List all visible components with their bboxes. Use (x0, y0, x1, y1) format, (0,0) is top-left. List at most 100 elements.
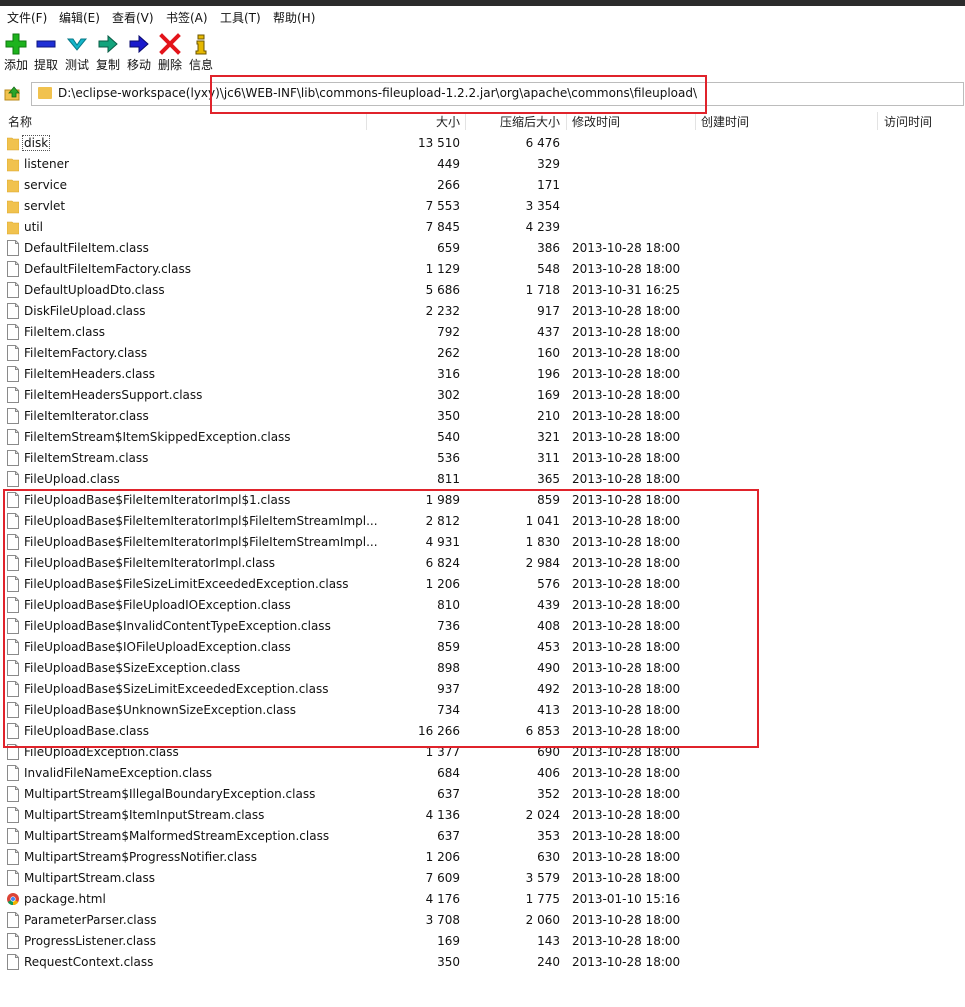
file-modified: 2013-10-28 18:00 (572, 577, 681, 591)
file-icon (7, 870, 19, 886)
folder-row[interactable]: service 266 171 (0, 175, 965, 196)
file-packed-size: 490 (537, 661, 560, 675)
file-size: 1 377 (425, 745, 460, 759)
file-row[interactable]: FileUploadBase$FileUploadIOException.cla… (0, 595, 965, 616)
file-modified: 2013-10-28 18:00 (572, 241, 681, 255)
column-divider[interactable] (695, 112, 696, 130)
file-size: 302 (437, 388, 460, 402)
file-row[interactable]: InvalidFileNameException.class 684 406 2013… (0, 763, 965, 784)
file-row[interactable]: FileUploadBase$IOFileUploadException.cla… (0, 637, 965, 658)
file-row[interactable]: DefaultFileItemFactory.class 1 129 548 2013… (0, 259, 965, 280)
file-size: 6 824 (425, 556, 460, 570)
file-modified: 2013-10-28 18:00 (572, 304, 681, 318)
file-size: 810 (437, 598, 460, 612)
file-row[interactable]: MultipartStream$ProgressNotifier.class 1 … (0, 847, 965, 868)
column-packed[interactable]: 压缩后大小 (500, 113, 560, 130)
extract-button[interactable]: 提取 (31, 30, 61, 76)
file-name: RequestContext.class (24, 955, 154, 969)
path-input[interactable]: D:\eclipse-workspace(lyxy)\jc6\WEB-INF\l… (31, 82, 964, 106)
file-row[interactable]: RequestContext.class 350 240 2013-10-28 18:… (0, 952, 965, 973)
file-row[interactable]: FileItemHeaders.class 316 196 2013-10-28 18… (0, 364, 965, 385)
file-row[interactable]: MultipartStream$MalformedStreamException… (0, 826, 965, 847)
toolbar: 添加 提取 测试 复制 移动 删除 信息 (0, 28, 965, 78)
folder-icon (7, 158, 19, 172)
test-button[interactable]: 测试 (62, 30, 92, 76)
folder-row[interactable]: util 7 845 4 239 (0, 217, 965, 238)
info-label: 信息 (188, 58, 213, 72)
file-row[interactable]: FileUploadBase$SizeLimitExceededExceptio… (0, 679, 965, 700)
extract-icon (36, 40, 56, 48)
file-name: DefaultFileItem.class (24, 241, 149, 255)
file-row[interactable]: DefaultUploadDto.class 5 686 1 718 2013-10-… (0, 280, 965, 301)
file-row[interactable]: FileItemHeadersSupport.class 302 169 2013-1… (0, 385, 965, 406)
file-row[interactable]: FileItemFactory.class 262 160 2013-10-28 18… (0, 343, 965, 364)
file-size: 684 (437, 766, 460, 780)
file-icon (7, 954, 19, 970)
column-accessed[interactable]: 访问时间 (884, 113, 932, 130)
folder-row[interactable]: servlet 7 553 3 354 (0, 196, 965, 217)
add-button[interactable]: 添加 (1, 30, 31, 76)
file-name: MultipartStream.class (24, 871, 155, 885)
file-row[interactable]: MultipartStream$IllegalBoundaryException… (0, 784, 965, 805)
file-modified: 2013-10-28 18:00 (572, 871, 681, 885)
file-modified: 2013-10-28 18:00 (572, 451, 681, 465)
file-icon (7, 408, 19, 424)
file-row[interactable]: MultipartStream$ItemInputStream.class 4 1… (0, 805, 965, 826)
file-row[interactable]: package.html 4 176 1 775 2013-01-10 15:16 (0, 889, 965, 910)
menu-tools[interactable]: 工具(T) (220, 9, 261, 26)
file-row[interactable]: FileUploadBase$FileItemIteratorImpl$File… (0, 511, 965, 532)
file-row[interactable]: DefaultFileItem.class 659 386 2013-10-28 18… (0, 238, 965, 259)
delete-button[interactable]: 删除 (155, 30, 185, 76)
file-row[interactable]: FileItemIterator.class 350 210 2013-10-28 1… (0, 406, 965, 427)
column-size[interactable]: 大小 (436, 113, 460, 130)
folder-row[interactable]: listener 449 329 (0, 154, 965, 175)
copy-button[interactable]: 复制 (93, 30, 123, 76)
file-row[interactable]: FileUploadBase$FileSizeLimitExceededExce… (0, 574, 965, 595)
address-bar: D:\eclipse-workspace(lyxy)\jc6\WEB-INF\l… (0, 80, 965, 108)
column-modified[interactable]: 修改时间 (572, 113, 620, 130)
file-row[interactable]: FileUploadBase$InvalidContentTypeExcepti… (0, 616, 965, 637)
file-row[interactable]: ParameterParser.class 3 708 2 060 2013-10-2… (0, 910, 965, 931)
menu-file[interactable]: 文件(F) (7, 9, 47, 26)
folder-row[interactable]: disk 13 510 6 476 (0, 133, 965, 154)
up-folder-icon[interactable] (4, 84, 22, 102)
file-row[interactable]: FileUploadBase$FileItemIteratorImpl$1.cl… (0, 490, 965, 511)
column-divider[interactable] (877, 112, 878, 130)
menu-edit[interactable]: 编辑(E) (59, 9, 100, 26)
file-row[interactable]: MultipartStream.class 7 609 3 579 2013-10-2… (0, 868, 965, 889)
file-name: FileUploadBase$SizeLimitExceededExceptio… (24, 682, 329, 696)
file-packed-size: 408 (537, 619, 560, 633)
file-row[interactable]: FileUpload.class 811 365 2013-10-28 18:00 (0, 469, 965, 490)
file-icon (7, 366, 19, 382)
file-size: 16 266 (418, 724, 460, 738)
file-row[interactable]: FileUploadBase$UnknownSizeException.clas… (0, 700, 965, 721)
file-row[interactable]: FileItemStream.class 536 311 2013-10-28 18:… (0, 448, 965, 469)
file-packed-size: 386 (537, 241, 560, 255)
file-icon (7, 429, 19, 445)
column-created[interactable]: 创建时间 (701, 113, 749, 130)
file-row[interactable]: FileUploadBase$FileItemIteratorImpl.clas… (0, 553, 965, 574)
file-modified: 2013-10-28 18:00 (572, 535, 681, 549)
column-divider[interactable] (465, 112, 466, 130)
file-packed-size: 690 (537, 745, 560, 759)
file-packed-size: 406 (537, 766, 560, 780)
column-name[interactable]: 名称 (8, 113, 32, 130)
file-row[interactable]: FileItem.class 792 437 2013-10-28 18:00 (0, 322, 965, 343)
column-divider[interactable] (566, 112, 567, 130)
file-packed-size: 1 041 (525, 514, 560, 528)
info-button[interactable]: 信息 (186, 30, 216, 76)
file-row[interactable]: FileUploadBase.class 16 266 6 853 2013-10-2… (0, 721, 965, 742)
file-modified: 2013-10-28 18:00 (572, 598, 681, 612)
file-row[interactable]: FileItemStream$ItemSkippedException.clas… (0, 427, 965, 448)
test-label: 测试 (64, 58, 89, 72)
menu-help[interactable]: 帮助(H) (273, 9, 315, 26)
file-row[interactable]: FileUploadException.class 1 377 690 2013-10… (0, 742, 965, 763)
column-divider[interactable] (366, 112, 367, 130)
move-button[interactable]: 移动 (124, 30, 154, 76)
menu-bookmarks[interactable]: 书签(A) (166, 9, 208, 26)
menu-view[interactable]: 查看(V) (112, 9, 154, 26)
file-row[interactable]: FileUploadBase$SizeException.class 898 490… (0, 658, 965, 679)
file-row[interactable]: ProgressListener.class 169 143 2013-10-28 1… (0, 931, 965, 952)
file-row[interactable]: FileUploadBase$FileItemIteratorImpl$File… (0, 532, 965, 553)
file-row[interactable]: DiskFileUpload.class 2 232 917 2013-10-28 1… (0, 301, 965, 322)
